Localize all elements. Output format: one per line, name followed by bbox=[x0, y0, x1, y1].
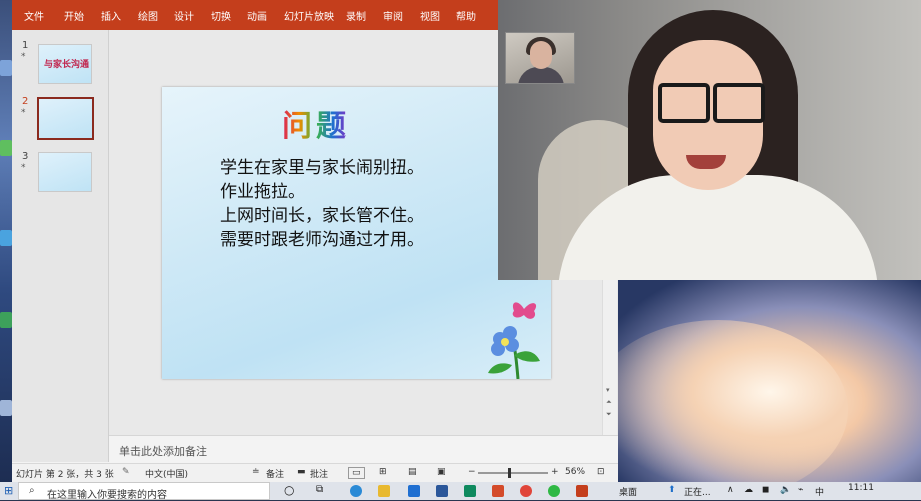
slide-thumbnail-2[interactable] bbox=[37, 97, 94, 140]
thumb-number: 1 bbox=[22, 40, 29, 51]
tab-view[interactable]: 视图 bbox=[420, 8, 440, 23]
edge-icon[interactable] bbox=[350, 485, 362, 497]
powerpoint-icon[interactable] bbox=[576, 485, 588, 497]
slide-count-status: 幻灯片 第 2 张，共 3 张 bbox=[16, 470, 114, 480]
status-bar: 幻灯片 第 2 张，共 3 张 ✎ 中文(中国) ≐ 备注 ▬ 批注 ▭ ⊞ ▤… bbox=[12, 463, 618, 483]
desktop-icon[interactable] bbox=[0, 60, 12, 76]
tab-draw[interactable]: 绘图 bbox=[138, 8, 158, 23]
slide-title: 问题 bbox=[282, 101, 350, 145]
glasses-icon bbox=[658, 83, 710, 123]
zoom-slider-handle[interactable] bbox=[508, 468, 511, 478]
tab-file[interactable]: 文件 bbox=[24, 8, 44, 23]
slide-text-line: 需要时跟老师沟通过才用。 bbox=[220, 230, 424, 250]
self-view-thumbnail[interactable] bbox=[505, 32, 575, 84]
scroll-down-arrow-icon[interactable]: ▾ bbox=[606, 386, 610, 394]
current-slide[interactable]: 问题 学生在家里与家长闹别扭。 作业拖拉。 上网时间长，家长管不住。 需要时跟老… bbox=[162, 87, 551, 379]
comment-icon: ▬ bbox=[297, 467, 306, 477]
windows-taskbar: ⊞ ⌕ 在这里输入你要搜索的内容 ○ ⧉ 桌面 ⬆ 正在... ∧ ☁ ◼ 🔈 … bbox=[0, 482, 921, 501]
desktop-icon[interactable] bbox=[0, 400, 12, 416]
app-icon[interactable] bbox=[464, 485, 476, 497]
mail-icon[interactable] bbox=[408, 485, 420, 497]
zoom-in-icon[interactable]: + bbox=[551, 467, 559, 477]
chrome-icon[interactable] bbox=[520, 485, 532, 497]
thumb-number: 2 bbox=[22, 96, 29, 107]
tray-app-icon[interactable]: ◼ bbox=[762, 485, 769, 495]
slide-sorter-icon[interactable]: ⊞ bbox=[379, 467, 387, 477]
desktop-icon[interactable] bbox=[0, 230, 12, 246]
desktop-toolbar-label[interactable]: 桌面 bbox=[619, 485, 637, 498]
notes-button[interactable]: 备注 bbox=[266, 467, 284, 480]
upload-icon[interactable]: ⬆ bbox=[668, 485, 676, 495]
next-slide-icon[interactable]: ⏷ bbox=[606, 410, 612, 419]
notes-icon: ≐ bbox=[252, 467, 260, 477]
tab-help[interactable]: 帮助 bbox=[456, 8, 476, 23]
zoom-out-icon[interactable]: − bbox=[468, 467, 476, 477]
slideshow-icon[interactable]: ▣ bbox=[437, 467, 446, 477]
tab-review[interactable]: 审阅 bbox=[383, 8, 403, 23]
flower-clipart bbox=[488, 302, 540, 379]
tab-record[interactable]: 录制 bbox=[346, 8, 366, 23]
tab-insert[interactable]: 插入 bbox=[101, 8, 121, 23]
slide-text-line: 作业拖拉。 bbox=[220, 182, 305, 202]
tab-home[interactable]: 开始 bbox=[64, 8, 84, 23]
notes-pane[interactable]: 单击此处添加备注 bbox=[109, 435, 618, 464]
windows-start-icon[interactable]: ⊞ bbox=[4, 484, 13, 497]
word-icon[interactable] bbox=[436, 485, 448, 497]
search-icon: ⌕ bbox=[29, 485, 35, 496]
slide-thumbnails-pane: 1 * 与家长沟通 2 * 3 * bbox=[12, 30, 109, 462]
taskbar-search-box[interactable]: ⌕ 在这里输入你要搜索的内容 bbox=[18, 482, 270, 501]
desktop-icon[interactable] bbox=[0, 140, 12, 156]
zoom-slider[interactable] bbox=[478, 472, 548, 474]
tab-animations[interactable]: 动画 bbox=[247, 8, 267, 23]
ime-indicator[interactable]: 中 bbox=[815, 485, 824, 498]
thumb-star: * bbox=[21, 52, 26, 62]
thumb-star: * bbox=[21, 163, 26, 173]
cloud-icon[interactable]: ☁ bbox=[744, 485, 753, 495]
app-icon[interactable] bbox=[492, 485, 504, 497]
thumb-title: 与家长沟通 bbox=[44, 60, 90, 70]
normal-view-icon[interactable]: ▭ bbox=[348, 467, 365, 479]
zoom-level[interactable]: 56% bbox=[565, 467, 585, 477]
comments-button[interactable]: 批注 bbox=[310, 467, 328, 480]
reading-view-icon[interactable]: ▤ bbox=[408, 467, 417, 477]
pip-body bbox=[518, 67, 564, 83]
thumb-number: 3 bbox=[22, 151, 29, 162]
slide-thumbnail-3[interactable] bbox=[38, 152, 92, 192]
desktop-wallpaper bbox=[618, 280, 921, 482]
wechat-icon[interactable] bbox=[548, 485, 560, 497]
slide-text-line: 上网时间长，家长管不住。 bbox=[220, 206, 424, 226]
clock-time[interactable]: 11:11 bbox=[848, 483, 874, 493]
slide-text-line: 学生在家里与家长闹别扭。 bbox=[220, 158, 424, 178]
glasses-icon bbox=[713, 83, 765, 123]
desktop-icon[interactable] bbox=[0, 312, 12, 328]
running-status[interactable]: 正在... bbox=[684, 485, 711, 498]
notes-placeholder: 单击此处添加备注 bbox=[119, 445, 207, 458]
cortana-icon[interactable]: ○ bbox=[284, 483, 294, 497]
chevron-up-icon[interactable]: ∧ bbox=[727, 485, 734, 495]
slide-thumbnail-1[interactable]: 与家长沟通 bbox=[38, 44, 92, 84]
search-placeholder: 在这里输入你要搜索的内容 bbox=[47, 490, 167, 501]
network-icon[interactable]: ⌁ bbox=[798, 485, 803, 495]
task-view-icon[interactable]: ⧉ bbox=[316, 484, 323, 495]
thumb-star: * bbox=[21, 108, 26, 118]
speaker-icon[interactable]: 🔈 bbox=[780, 485, 791, 495]
tab-design[interactable]: 设计 bbox=[174, 8, 194, 23]
fit-slide-icon[interactable]: ⊡ bbox=[597, 467, 605, 477]
tab-slideshow[interactable]: 幻灯片放映 bbox=[284, 8, 334, 23]
previous-slide-icon[interactable]: ⏶ bbox=[606, 398, 612, 407]
pip-face bbox=[530, 41, 552, 69]
language-status[interactable]: 中文(中国) bbox=[145, 467, 188, 480]
tab-transitions[interactable]: 切换 bbox=[211, 8, 231, 23]
wallpaper-swirl bbox=[618, 320, 848, 482]
spellcheck-icon[interactable]: ✎ bbox=[122, 467, 130, 477]
file-explorer-icon[interactable] bbox=[378, 485, 390, 497]
